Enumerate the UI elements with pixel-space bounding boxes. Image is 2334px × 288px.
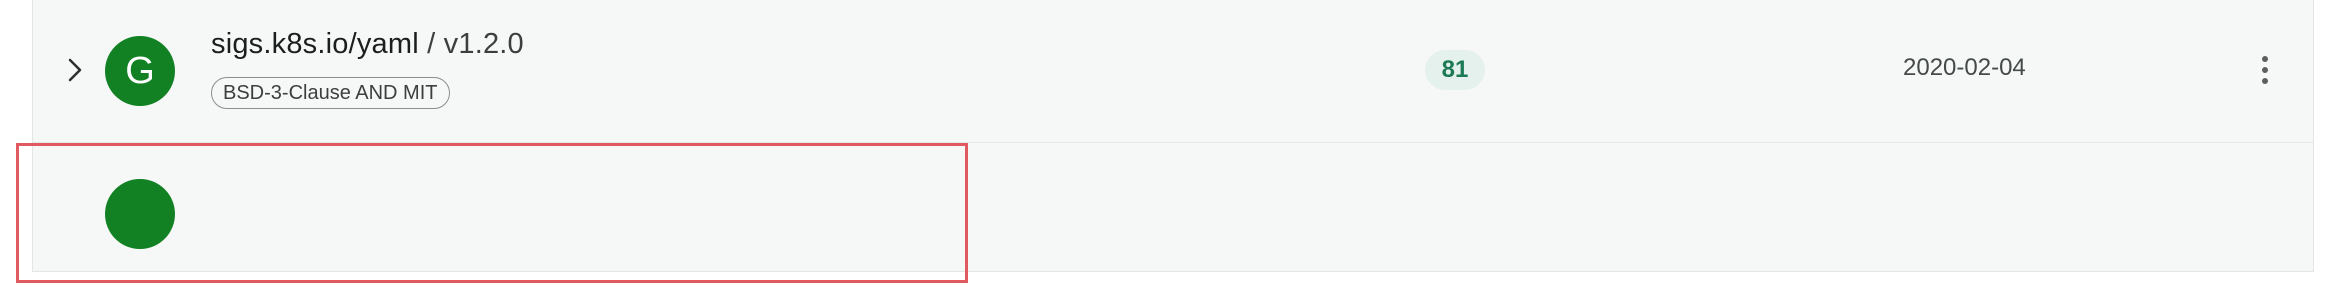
avatar [105,179,175,249]
avatar-letter: G [125,49,155,92]
dependency-row[interactable]: G sigs.k8s.io/yaml / v1.2.0 BSD-3-Clause… [33,0,2313,143]
package-title[interactable]: sigs.k8s.io/yaml / v1.2.0 [211,28,524,61]
count-badge: 81 [1425,50,1485,90]
dependency-row[interactable] [33,143,2313,272]
avatar: G [105,36,175,106]
license-badge: BSD-3-Clause AND MIT [211,77,450,109]
more-vertical-icon[interactable] [2255,50,2275,90]
dependency-list: G sigs.k8s.io/yaml / v1.2.0 BSD-3-Clause… [32,0,2314,272]
package-version: v1.2.0 [443,28,524,60]
chevron-right-icon[interactable] [61,56,89,84]
date-label: 2020-02-04 [1903,54,2026,81]
title-separator: / [427,28,436,60]
package-name: sigs.k8s.io/yaml [211,28,419,60]
